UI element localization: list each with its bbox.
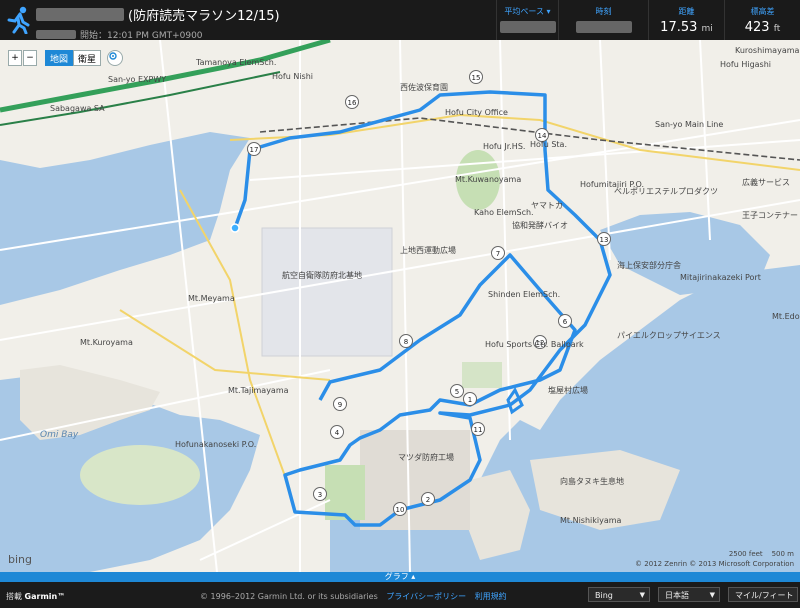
language-select[interactable]: 日本語 ▼ [658,587,720,602]
km-marker-6[interactable]: 6 [558,314,572,328]
map-label: 海上保安部分庁舎 [617,261,681,270]
map-label: Mitajirinakazeki Port [680,273,761,282]
map-view-tab[interactable]: 地図 [45,50,73,66]
km-marker-11[interactable]: 11 [471,422,485,436]
harbor [600,212,770,295]
map-label: 向島タヌキ生息地 [560,477,624,486]
km-marker-10[interactable]: 10 [393,502,407,516]
km-marker-9[interactable]: 9 [333,397,347,411]
map-label: Mt.Meyama [188,294,235,303]
map-label: 塩屋村広場 [548,386,588,395]
km-marker-3[interactable]: 3 [313,487,327,501]
map-copyright: © 2012 Zenrin © 2013 Microsoft Corporati… [635,560,794,568]
elevation-value: 423 [744,20,770,35]
map-label: Omi Bay [40,430,79,440]
map-label: Mt.Kuwanoyama [455,175,522,184]
map-label: Tamanoya ElemSch. [196,58,277,67]
activity-header: (防府読売マラソン12/15) 開始：12:01 PM GMT+0900 平均ペ… [0,0,800,41]
map-label: Hofu City Office [445,108,508,117]
map-scale: 2500 feet 500 m [728,550,794,558]
bing-logo: bing [8,553,32,566]
park-ballpark [462,362,502,388]
zoom-in-button[interactable]: + [8,50,22,66]
km-marker-1[interactable]: 1 [463,392,477,406]
stat-time: 時刻 [558,0,648,40]
map-label: San-yo Main Line [655,120,724,129]
map-label: Kuroshimayama Reservoir [735,46,800,55]
map-label: San-yo EXPWY [108,75,167,84]
zoom-out-button[interactable]: − [23,50,37,66]
map-label: Hofu Higashi [720,60,772,69]
map-label: Hofu Sports Ctr. Ballpark [485,340,584,349]
km-marker-15[interactable]: 15 [469,70,483,84]
map-label: Mt.Kuroyama [80,338,133,347]
map-label: パイエルクロップサイエンス [617,331,721,340]
km-marker-2[interactable]: 2 [421,492,435,506]
map-label: 西佐波保育園 [400,83,448,92]
map-label: Hofu Nishi [272,72,314,81]
map-label: Hofunakanoseki P.O. [175,440,257,449]
saba-river [0,132,250,305]
park-south [80,445,200,505]
footer-brand: 搭載 Garmin™ [6,592,66,601]
privacy-link[interactable]: プライバシーポリシー [386,592,466,601]
footer-copyright: © 1996–2012 Garmin Ltd. or its subsidiar… [200,592,507,601]
activity-title: (防府読売マラソン12/15) [128,9,280,24]
map-label: 航空自衛隊防府北基地 [282,271,362,280]
graph-toggle[interactable]: グラフ ▴ [0,572,800,582]
redacted-name [36,8,124,21]
distance-value: 17.53 [660,20,698,35]
park-west [325,465,365,520]
airbase-area [261,227,393,357]
units-select[interactable]: マイル/フィート [728,587,798,602]
stat-distance: 距離 17.53 mi [648,0,724,40]
km-marker-7[interactable]: 7 [491,246,505,260]
route-start-marker[interactable] [230,223,240,233]
map-label: 広義サービス [742,178,790,187]
map-label: Mt.Edon [772,312,800,321]
map-label: Sabagawa SA [50,104,105,113]
chevron-down-icon: ▼ [639,591,645,599]
footer: 搭載 Garmin™ © 1996–2012 Garmin Ltd. or it… [0,582,800,608]
satellite-view-tab[interactable]: 衛星 [73,50,101,66]
map-label: Mt.Tajimayama [228,386,289,395]
map-label: Mt.Nishikiyama [560,516,622,525]
km-marker-4[interactable]: 4 [330,425,344,439]
stat-elevation: 標高差 423 ft [724,0,800,40]
terms-link[interactable]: 利用規約 [475,592,507,601]
route-map[interactable]: 1 2 3 4 5 6 7 8 9 10 11 12 13 14 15 16 17 Hofu Nishi Saba… [0,40,800,572]
elevation-unit: ft [773,24,781,34]
stat-avg-pace[interactable]: 平均ペース ▾ [496,0,558,40]
map-provider-select[interactable]: Bing ▼ [588,587,650,602]
km-marker-8[interactable]: 8 [399,334,413,348]
chevron-down-icon: ▼ [709,591,715,599]
distance-unit: mi [701,24,713,34]
running-icon [7,6,30,34]
map-label: 協和発酵バイオ [512,221,568,230]
mazda-factory [360,430,470,530]
map-label: 王子コンテナー [742,211,798,220]
redacted-date [36,30,76,39]
km-marker-13[interactable]: 13 [597,232,611,246]
km-marker-16[interactable]: 16 [345,95,359,109]
map-label: Hofumitajiri P.O. [580,180,644,189]
map-label: Kaho ElemSch. [474,208,534,217]
km-marker-17[interactable]: 17 [247,142,261,156]
map-label: Hofu Sta. [530,140,567,149]
redacted-pace [499,21,556,33]
map-label: Hofu Jr.HS. [483,142,526,151]
map-label: 上地西運動広場 [400,246,456,255]
km-marker-5[interactable]: 5 [450,384,464,398]
map-label: マツダ防府工場 [398,453,454,462]
redacted-time [575,21,632,33]
map-label: Shinden ElemSch. [488,290,561,299]
locate-icon[interactable] [107,50,123,66]
map-label: ヤマトカ [531,201,563,210]
